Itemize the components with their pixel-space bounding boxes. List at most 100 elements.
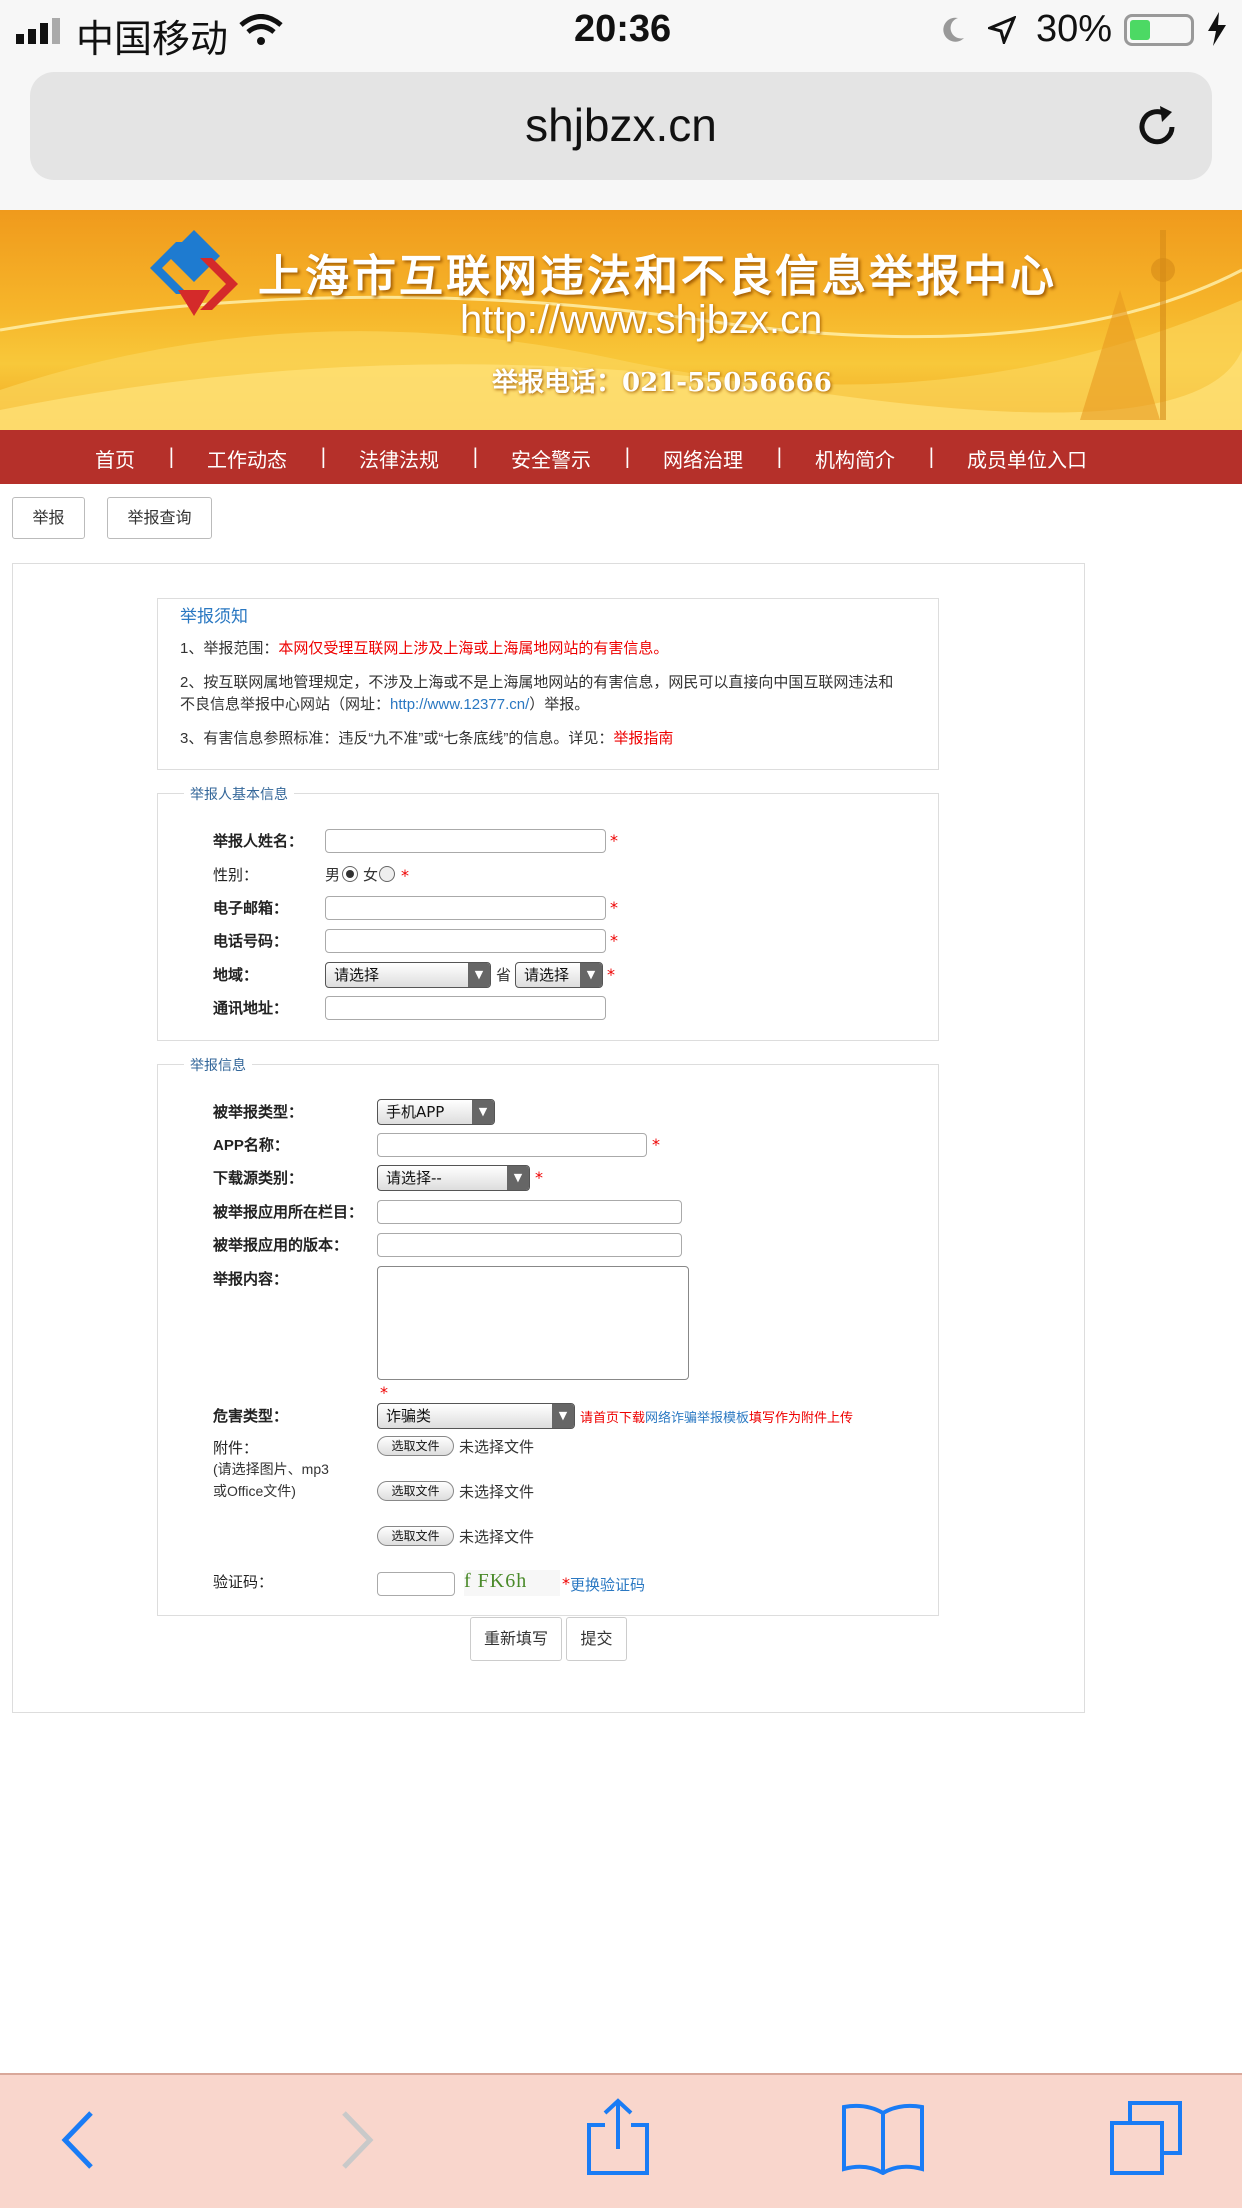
status-bar: 中国移动 20:36 30% (0, 0, 1242, 61)
banner-url: http://www.shjbzx.cn (460, 298, 823, 342)
link-report-guide[interactable]: 举报指南 (613, 730, 673, 747)
province-select[interactable]: 请选择 ▼ (325, 962, 491, 988)
required-mark: * (380, 1383, 388, 1402)
forward-icon[interactable] (330, 2105, 380, 2175)
content-label: 举报内容： (213, 1271, 289, 1288)
submit-button[interactable]: 提交 (566, 1617, 627, 1661)
app-name-label: APP名称： (213, 1137, 289, 1154)
notice-line-2a: 2、按互联网属地管理规定，不涉及上海或不是上海属地网站的有害信息，网民可以直接向… (180, 674, 894, 691)
bookmarks-icon[interactable] (840, 2101, 926, 2175)
gender-female-radio[interactable] (379, 866, 395, 882)
nav-governance[interactable]: 网络治理 (663, 444, 743, 473)
attachment-hint-2: 或Office文件) (213, 1483, 296, 1499)
city-select[interactable]: 请选择 ▼ (515, 962, 603, 988)
email-label: 电子邮箱： (213, 900, 289, 917)
app-column-label: 被举报应用所在栏目： (213, 1204, 364, 1221)
phone-input[interactable] (325, 929, 606, 953)
notice-line-2b: 不良信息举报中心网站（网址：http://www.12377.cn/）举报。 (180, 696, 590, 713)
captcha-input[interactable] (377, 1572, 455, 1596)
notice-title: 举报须知 (180, 607, 248, 626)
app-version-input[interactable] (377, 1233, 682, 1257)
main-nav: 首页 | 工作动态 | 法律法规 | 安全警示 | 网络治理 | 机构简介 | … (0, 430, 1242, 484)
file-status: 未选择文件 (459, 1529, 535, 1546)
signal-icon (16, 18, 60, 44)
choose-file-button[interactable]: 选取文件 (377, 1526, 454, 1546)
carrier-name: 中国移动 (76, 19, 229, 61)
report-type-select[interactable]: 手机APP ▼ (377, 1099, 495, 1125)
captcha-label: 验证码： (213, 1574, 274, 1591)
tab-report[interactable]: 举报 (12, 497, 85, 539)
nav-separator: | (168, 444, 175, 468)
captcha-image[interactable]: f FK6h (464, 1570, 560, 1596)
phone-label: 电话号码： (213, 933, 289, 950)
attachment-label: 附件： (213, 1440, 259, 1457)
link-12377[interactable]: http://www.12377.cn/ (390, 696, 529, 713)
content-textarea[interactable] (377, 1266, 689, 1380)
address-input[interactable] (325, 996, 606, 1020)
nav-security[interactable]: 安全警示 (511, 444, 591, 473)
app-column-input[interactable] (377, 1200, 682, 1224)
nav-members[interactable]: 成员单位入口 (967, 444, 1087, 473)
source-select[interactable]: 请选择-- ▼ (377, 1165, 530, 1191)
nav-separator: | (320, 444, 327, 468)
nav-separator: | (928, 444, 935, 468)
nav-home[interactable]: 首页 (95, 444, 135, 473)
required-mark: * (401, 866, 409, 885)
province-unit: 省 (496, 967, 512, 984)
file-status: 未选择文件 (459, 1484, 535, 1501)
reset-button[interactable]: 重新填写 (470, 1617, 562, 1661)
required-mark: * (610, 831, 618, 850)
notice-line-3: 3、有害信息参照标准：违反“九不准”或“七条底线”的信息。详见：举报指南 (180, 730, 674, 747)
link-fraud-template[interactable]: 网络诈骗举报模板 (645, 1410, 749, 1425)
nav-about[interactable]: 机构简介 (815, 444, 895, 473)
chevron-down-icon: ▼ (468, 963, 490, 987)
attachment-hint-1: (请选择图片、mp3 (213, 1461, 329, 1477)
report-info-fieldset: 举报信息 被举报类型： 手机APP ▼ APP名称： * 下载源类别： 请选择--… (157, 1055, 939, 1616)
chevron-down-icon: ▼ (552, 1404, 574, 1428)
banner-title: 上海市互联网违法和不良信息举报中心 (258, 251, 1057, 302)
email-input[interactable] (325, 896, 606, 920)
address-label: 通讯地址： (213, 1000, 289, 1017)
choose-file-button[interactable]: 选取文件 (377, 1436, 454, 1456)
name-input[interactable] (325, 829, 606, 853)
gender-label: 性别： (213, 867, 259, 884)
nav-news[interactable]: 工作动态 (207, 444, 287, 473)
nav-separator: | (776, 444, 783, 468)
gender-male-label: 男 (325, 867, 341, 884)
app-name-input[interactable] (377, 1133, 647, 1157)
refresh-captcha-link[interactable]: 更换验证码 (570, 1574, 645, 1595)
address-bar[interactable]: shjbzx.cn (30, 72, 1212, 180)
location-icon (988, 16, 1016, 44)
gender-female-label: 女 (363, 867, 379, 884)
report-legend: 举报信息 (184, 1055, 252, 1075)
tab-report-query[interactable]: 举报查询 (107, 497, 212, 539)
choose-file-button[interactable]: 选取文件 (377, 1481, 454, 1501)
name-label: 举报人姓名： (213, 833, 304, 850)
required-mark: * (607, 965, 615, 984)
reporter-info-fieldset: 举报人基本信息 举报人姓名： * 性别： 男 女 * 电子邮箱： * 电话号码：… (157, 784, 939, 1041)
region-label: 地域： (213, 967, 259, 984)
harm-type-select[interactable]: 诈骗类 ▼ (377, 1403, 575, 1429)
tabs-icon[interactable] (1106, 2099, 1186, 2179)
banner-phone: 举报电话：021-55056666 (492, 368, 832, 398)
app-version-label: 被举报应用的版本： (213, 1237, 349, 1254)
required-mark: * (610, 898, 618, 917)
site-banner: 上海市互联网违法和不良信息举报中心 http://www.shjbzx.cn 举… (0, 210, 1242, 430)
notice-box: 举报须知 1、举报范围：本网仅受理互联网上涉及上海或上海属地网站的有害信息。 2… (157, 598, 939, 770)
reporter-legend: 举报人基本信息 (184, 784, 294, 804)
notice-line-1: 1、举报范围：本网仅受理互联网上涉及上海或上海属地网站的有害信息。 (180, 640, 669, 657)
required-mark: * (562, 1574, 570, 1593)
battery-percent: 30% (1036, 8, 1113, 50)
report-type-label: 被举报类型： (213, 1104, 304, 1121)
gender-male-radio[interactable] (342, 866, 358, 882)
browser-address-area: shjbzx.cn (0, 60, 1242, 210)
share-icon[interactable] (583, 2097, 653, 2177)
required-mark: * (652, 1135, 660, 1154)
wifi-icon (239, 14, 283, 45)
reload-icon[interactable] (1132, 102, 1182, 152)
source-label: 下载源类别： (213, 1170, 304, 1187)
harm-type-label: 危害类型： (213, 1408, 289, 1425)
nav-laws[interactable]: 法律法规 (359, 444, 439, 473)
battery-icon (1124, 14, 1194, 46)
back-icon[interactable] (55, 2105, 105, 2175)
